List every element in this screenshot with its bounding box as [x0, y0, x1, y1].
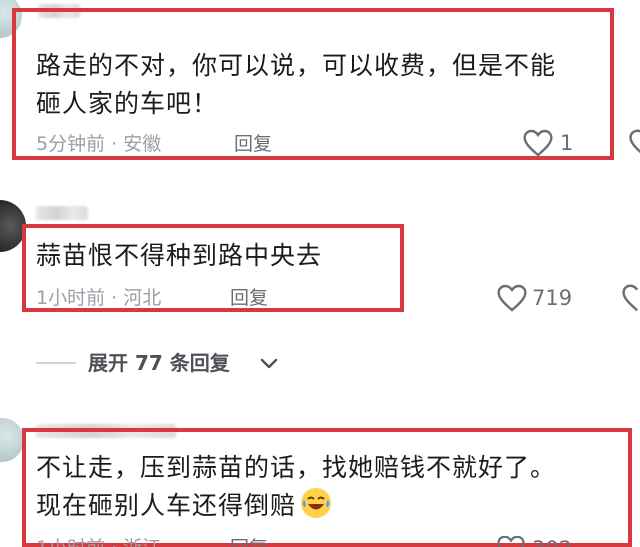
comment-meta: 1小时前 · 河北	[36, 287, 162, 309]
avatar[interactable]	[0, 418, 24, 462]
comment-text-line-with-emoji: 现在砸别人车还得倒赔	[36, 488, 332, 524]
reply-button[interactable]: 回复	[230, 536, 268, 547]
heart-icon	[497, 536, 525, 547]
comment-text-line: 蒜苗恨不得种到路中央去	[36, 241, 323, 270]
like-count: 302	[532, 536, 572, 547]
like-button[interactable]: 719	[496, 283, 586, 313]
chevron-down-icon	[260, 358, 278, 369]
comment-text-line: 不让走，压到蒜苗的话，找她赔钱不就好了。	[36, 453, 557, 482]
divider	[36, 362, 76, 364]
dislike-icon[interactable]	[626, 128, 640, 158]
expand-replies-label: 展开 77 条回复	[88, 351, 230, 375]
reply-button[interactable]: 回复	[234, 132, 272, 156]
comment-text-line: 现在砸别人车还得倒赔	[36, 491, 297, 520]
comment-meta: 5分钟前 · 安徽	[36, 133, 162, 155]
heart-icon	[523, 129, 553, 157]
comment-text-line: 砸人家的车吧！	[36, 89, 219, 118]
heart-icon	[497, 284, 527, 312]
comment-text-line: 路走的不对，你可以说，可以收费，但是不能	[36, 51, 557, 80]
like-count: 719	[532, 286, 573, 310]
dislike-icon[interactable]	[618, 283, 640, 313]
comment-meta: 1小时前 · 浙江	[36, 536, 161, 547]
comment-footer-cropped: 1小时前 · 浙江 回复 302	[36, 536, 636, 547]
like-count: 1	[560, 131, 574, 155]
like-button[interactable]: 1	[522, 128, 602, 158]
username[interactable]	[36, 206, 88, 220]
reply-button[interactable]: 回复	[230, 286, 268, 310]
expand-replies-button[interactable]: 展开 77 条回复	[88, 350, 288, 378]
laughing-crying-emoji-icon	[301, 488, 332, 518]
